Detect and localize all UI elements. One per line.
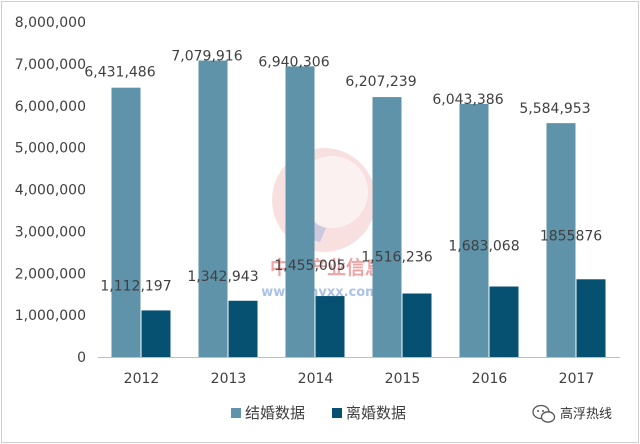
bar [228, 300, 258, 357]
y-tick-label: 7,000,000 [15, 57, 86, 73]
y-tick-label: 3,000,000 [15, 224, 86, 240]
data-label: 1,112,197 [100, 278, 171, 294]
legend-swatch [231, 408, 241, 418]
bar [141, 310, 171, 357]
wechat-icon [532, 404, 556, 423]
bar [489, 286, 519, 357]
chart-frame: 中国产业信息 www.chyxx.com 0 1,000,000 2,000,000… [1, 1, 639, 443]
bar [372, 97, 402, 357]
legend-swatch [332, 408, 342, 418]
x-tick-label: 2017 [559, 371, 595, 387]
data-label: 1,342,943 [187, 269, 258, 285]
data-label: 1,516,236 [361, 250, 432, 266]
corner-branding: 高浮热线 [532, 404, 612, 423]
legend: 结婚数据 离婚数据 [231, 404, 406, 422]
corner-label: 高浮热线 [560, 406, 612, 422]
legend-label: 离婚数据 [346, 404, 406, 422]
bar [315, 296, 345, 357]
data-label: 6,043,386 [432, 92, 503, 108]
data-label: 1,455,005 [274, 258, 345, 274]
bar [285, 66, 315, 357]
bar-chart: 中国产业信息 www.chyxx.com 0 1,000,000 2,000,000… [15, 15, 620, 423]
data-label: 6,940,306 [258, 54, 329, 70]
data-label: 1855876 [540, 228, 602, 244]
y-tick-label: 8,000,000 [15, 15, 86, 31]
y-tick-label: 0 [77, 350, 86, 366]
bar [198, 60, 228, 358]
data-label: 1,683,068 [448, 239, 519, 255]
y-tick-label: 1,000,000 [15, 308, 86, 324]
bar [576, 279, 606, 357]
data-label: 6,207,239 [345, 74, 416, 90]
y-axis: 0 1,000,000 2,000,000 3,000,000 4,000,000 5,0… [15, 15, 86, 366]
x-tick-label: 2012 [124, 371, 160, 387]
watermark: 中国产业信息 www.chyxx.com [261, 148, 384, 300]
x-tick-label: 2015 [385, 371, 421, 387]
legend-label: 结婚数据 [245, 404, 305, 422]
y-tick-label: 2,000,000 [15, 266, 86, 282]
data-label: 7,079,916 [171, 49, 242, 65]
y-tick-label: 5,000,000 [15, 141, 86, 157]
x-axis: 2012 2013 2014 2015 2016 2017 [98, 357, 620, 387]
bar [402, 293, 432, 357]
data-label: 6,431,486 [84, 65, 155, 81]
y-tick-label: 4,000,000 [15, 183, 86, 199]
x-tick-label: 2016 [472, 371, 508, 387]
data-label: 5,584,953 [519, 101, 590, 117]
y-tick-label: 6,000,000 [15, 99, 86, 115]
bar [111, 87, 141, 358]
bar [459, 103, 489, 357]
x-tick-label: 2014 [298, 371, 334, 387]
x-tick-label: 2013 [211, 371, 247, 387]
